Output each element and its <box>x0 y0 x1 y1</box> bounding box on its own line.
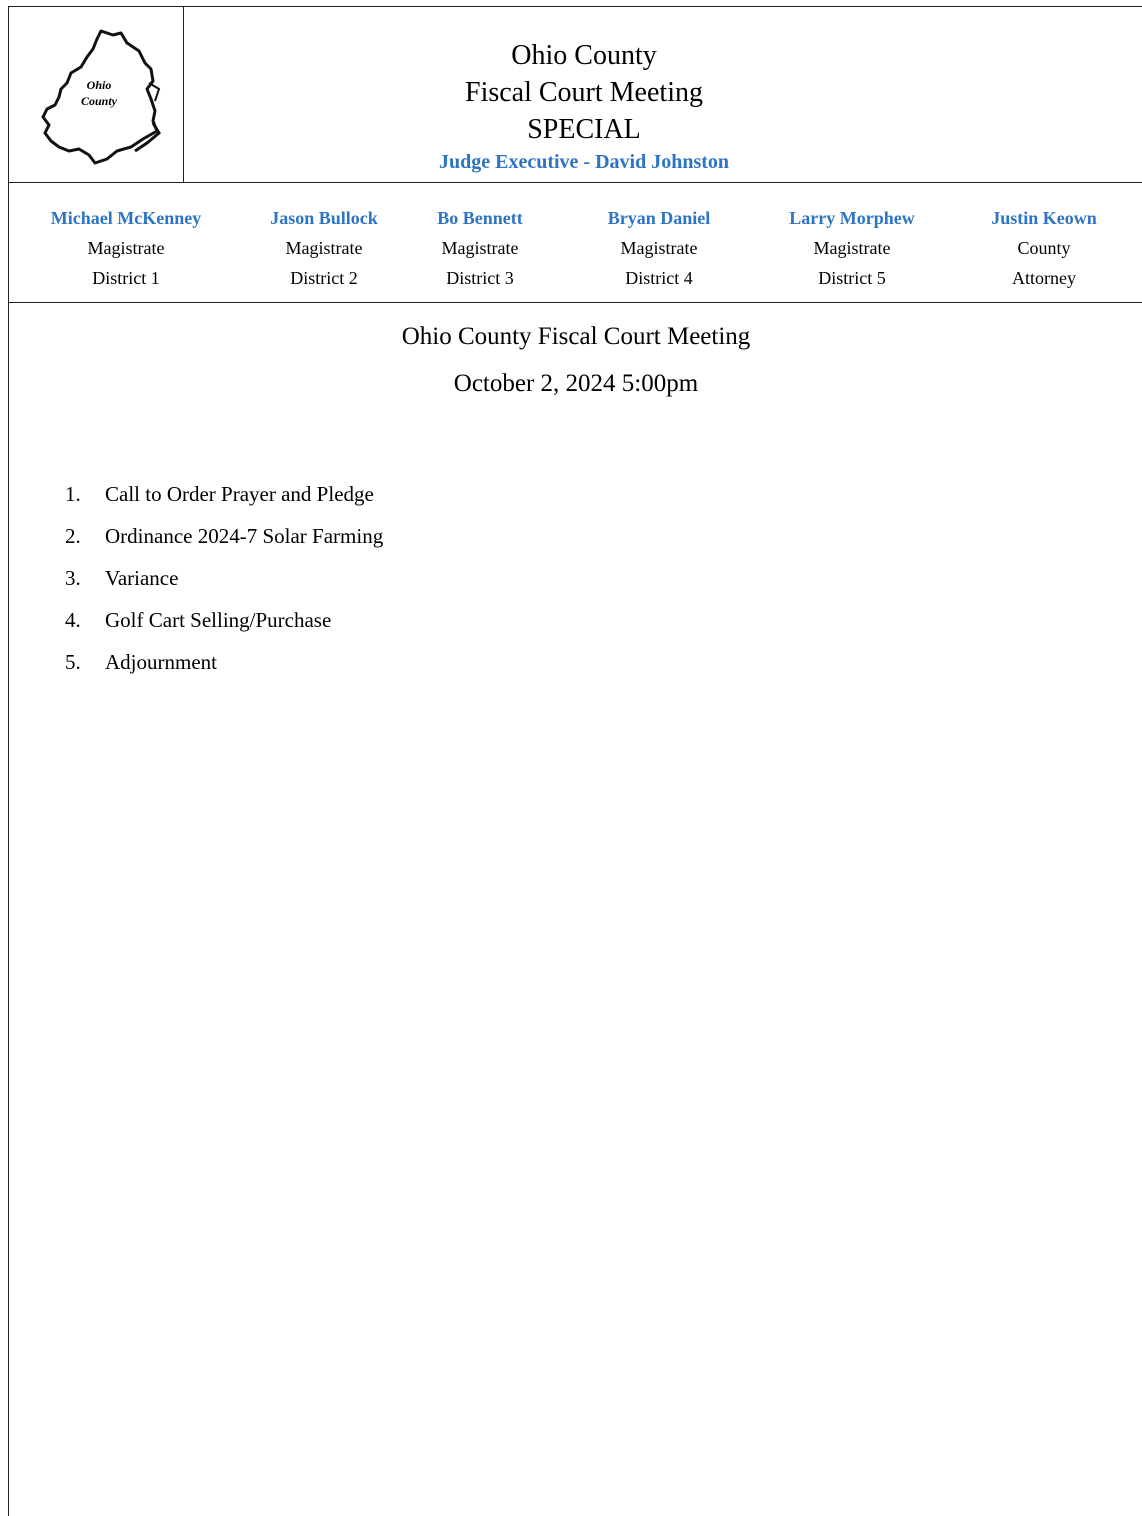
logo-text-line2: County <box>81 94 118 108</box>
member-role: Magistrate <box>813 238 891 258</box>
agenda-item: 3. Variance <box>65 557 383 599</box>
member-role: Magistrate <box>441 238 519 258</box>
meeting-heading: Ohio County Fiscal Court Meeting October… <box>9 313 1142 407</box>
agenda-list: 1. Call to Order Prayer and Pledge 2. Ordi… <box>65 473 383 683</box>
member-detail: District 4 <box>625 268 693 288</box>
agenda-item: 2. Ordinance 2024-7 Solar Farming <box>65 515 383 557</box>
county-logo-cell: Ohio County <box>9 7 184 182</box>
member-4: Bryan Daniel Magistrate District 4 <box>587 203 731 293</box>
letterhead: Ohio County Ohio County Fiscal Court Mee… <box>9 7 1142 183</box>
member-role: Magistrate <box>87 238 165 258</box>
agenda-item-number: 5. <box>65 650 81 674</box>
agenda-item-text: Ordinance 2024-7 Solar Farming <box>105 524 384 548</box>
member-name: Bo Bennett <box>437 208 523 228</box>
agenda-item: 1. Call to Order Prayer and Pledge <box>65 473 383 515</box>
agenda-item-number: 2. <box>65 524 81 548</box>
member-detail: Attorney <box>1012 268 1076 288</box>
agenda-item: 4. Golf Cart Selling/Purchase <box>65 599 383 641</box>
member-5: Larry Morphew Magistrate District 5 <box>763 203 941 293</box>
agenda-item-text: Adjournment <box>105 650 217 674</box>
member-detail: District 5 <box>818 268 886 288</box>
agenda-item: 5. Adjournment <box>65 641 383 683</box>
member-name: Bryan Daniel <box>607 208 711 228</box>
judge-executive: Judge Executive - David Johnston <box>438 151 730 173</box>
member-6: Justin Keown County Attorney <box>971 203 1117 293</box>
member-detail: District 2 <box>290 268 358 288</box>
agenda-item-text: Variance <box>105 566 179 590</box>
logo-text-line1: Ohio <box>87 78 112 92</box>
member-2: Jason Bullock Magistrate District 2 <box>249 203 399 293</box>
member-name: Jason Bullock <box>270 208 378 228</box>
members-row: Michael McKenney Magistrate District 1 J… <box>9 183 1142 303</box>
agenda-item-number: 3. <box>65 566 81 590</box>
title-block: Ohio County Fiscal Court Meeting SPECIAL… <box>184 37 984 176</box>
agenda-item-text: Call to Order Prayer and Pledge <box>105 482 374 506</box>
member-detail: District 3 <box>446 268 514 288</box>
member-role: County <box>1017 238 1071 258</box>
agenda-item-number: 1. <box>65 482 81 506</box>
county-map-logo: Ohio County <box>41 29 161 165</box>
member-role: Magistrate <box>285 238 363 258</box>
member-1: Michael McKenney Magistrate District 1 <box>21 203 231 293</box>
meeting-datetime: October 2, 2024 5:00pm <box>453 370 699 397</box>
member-name: Larry Morphew <box>789 208 915 228</box>
agenda-item-number: 4. <box>65 608 81 632</box>
member-role: Magistrate <box>620 238 698 258</box>
member-name: Justin Keown <box>991 208 1097 228</box>
agenda-item-text: Golf Cart Selling/Purchase <box>105 608 332 632</box>
document-page: Ohio County Ohio County Fiscal Court Mee… <box>8 6 1142 1516</box>
county-name: Ohio County <box>511 40 657 71</box>
member-detail: District 1 <box>92 268 160 288</box>
meeting-title: Ohio County Fiscal Court Meeting <box>401 323 751 350</box>
meeting-type: SPECIAL <box>527 114 641 145</box>
court-name: Fiscal Court Meeting <box>465 77 703 108</box>
member-name: Michael McKenney <box>50 208 202 228</box>
member-3: Bo Bennett Magistrate District 3 <box>417 203 543 293</box>
